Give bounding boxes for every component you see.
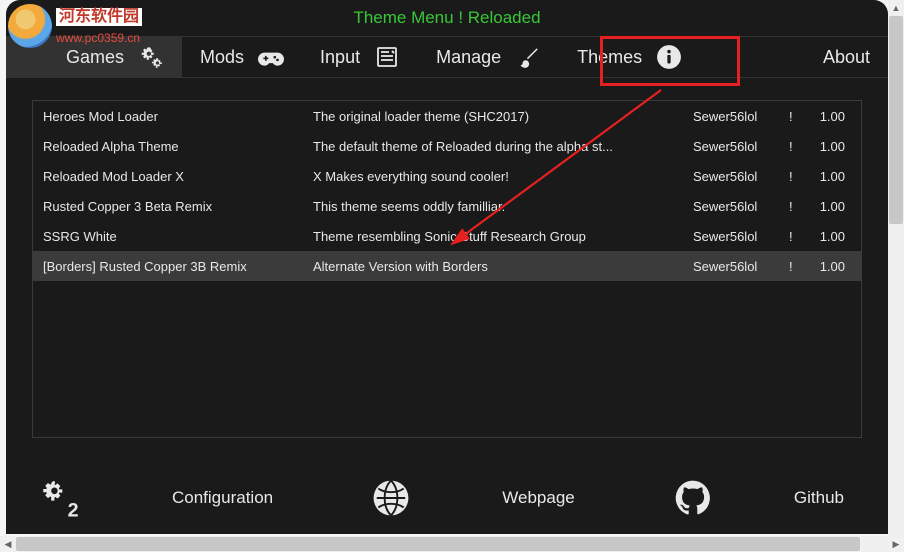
bottom-github[interactable]: Github bbox=[672, 477, 844, 519]
bottom-configuration-label: Configuration bbox=[172, 488, 273, 508]
theme-desc: The default theme of Reloaded during the… bbox=[313, 139, 693, 154]
table-row[interactable]: Heroes Mod LoaderThe original loader the… bbox=[33, 101, 861, 131]
theme-desc: The original loader theme (SHC2017) bbox=[313, 109, 693, 124]
scroll-right-icon[interactable]: ▶ bbox=[888, 536, 904, 552]
watermark-cn-text: 河东软件园 bbox=[56, 8, 142, 26]
gears2-icon: 2 bbox=[40, 477, 82, 519]
theme-author: Sewer56lol bbox=[693, 259, 789, 274]
scrollbar-vertical-thumb[interactable] bbox=[889, 16, 903, 224]
theme-version: 1.00 bbox=[807, 199, 845, 214]
nav-input[interactable]: Input bbox=[302, 37, 418, 77]
themes-table: Heroes Mod LoaderThe original loader the… bbox=[32, 100, 862, 438]
nav-manage[interactable]: Manage bbox=[418, 37, 559, 77]
theme-name: [Borders] Rusted Copper 3B Remix bbox=[41, 259, 313, 274]
scrollbar-horizontal[interactable]: ◀ ▶ bbox=[0, 536, 888, 552]
table-row[interactable]: Reloaded Alpha ThemeThe default theme of… bbox=[33, 131, 861, 161]
table-row[interactable]: Reloaded Mod Loader XX Makes everything … bbox=[33, 161, 861, 191]
theme-desc: X Makes everything sound cooler! bbox=[313, 169, 693, 184]
theme-version: 1.00 bbox=[807, 109, 845, 124]
bottom-bar: 2 Configuration Webpage Github bbox=[6, 472, 888, 524]
theme-desc: This theme seems oddly familliar. bbox=[313, 199, 693, 214]
scroll-up-icon[interactable]: ▲ bbox=[888, 0, 904, 16]
bottom-webpage[interactable]: Webpage bbox=[370, 477, 574, 519]
scroll-left-icon[interactable]: ◀ bbox=[0, 536, 16, 552]
nav-themes[interactable]: Themes bbox=[559, 37, 700, 77]
nav-games-label: Games bbox=[66, 47, 124, 68]
theme-name: SSRG White bbox=[41, 229, 313, 244]
theme-excl: ! bbox=[789, 259, 807, 274]
watermark-url-text: www.pc0359.cn bbox=[56, 32, 142, 44]
table-row[interactable]: SSRG WhiteTheme resembling Sonic Stuff R… bbox=[33, 221, 861, 251]
watermark-logo-icon bbox=[8, 4, 52, 48]
theme-excl: ! bbox=[789, 229, 807, 244]
app-window: Theme Menu ! Reloaded Games Mods Input M… bbox=[6, 0, 888, 534]
table-row[interactable]: [Borders] Rusted Copper 3B RemixAlternat… bbox=[33, 251, 861, 281]
nav-about-label: About bbox=[823, 47, 870, 68]
nav-mods[interactable]: Mods bbox=[182, 37, 302, 77]
theme-name: Rusted Copper 3 Beta Remix bbox=[41, 199, 313, 214]
table-row[interactable]: Rusted Copper 3 Beta RemixThis theme see… bbox=[33, 191, 861, 221]
theme-author: Sewer56lol bbox=[693, 139, 789, 154]
nav-mods-label: Mods bbox=[200, 47, 244, 68]
form-icon bbox=[374, 44, 400, 70]
theme-excl: ! bbox=[789, 169, 807, 184]
theme-author: Sewer56lol bbox=[693, 199, 789, 214]
globe-icon bbox=[370, 477, 412, 519]
nav-input-label: Input bbox=[320, 47, 360, 68]
theme-desc: Alternate Version with Borders bbox=[313, 259, 693, 274]
watermark: 河东软件园 www.pc0359.cn bbox=[8, 4, 142, 48]
theme-version: 1.00 bbox=[807, 169, 845, 184]
gamepad-icon bbox=[258, 44, 284, 70]
theme-version: 1.00 bbox=[807, 229, 845, 244]
bottom-webpage-label: Webpage bbox=[502, 488, 574, 508]
svg-text:2: 2 bbox=[68, 499, 79, 519]
nav-manage-label: Manage bbox=[436, 47, 501, 68]
brush-icon bbox=[515, 44, 541, 70]
theme-excl: ! bbox=[789, 139, 807, 154]
theme-desc: Theme resembling Sonic Stuff Research Gr… bbox=[313, 229, 693, 244]
info-icon bbox=[656, 44, 682, 70]
theme-name: Reloaded Alpha Theme bbox=[41, 139, 313, 154]
nav-themes-label: Themes bbox=[577, 47, 642, 68]
theme-author: Sewer56lol bbox=[693, 109, 789, 124]
theme-name: Reloaded Mod Loader X bbox=[41, 169, 313, 184]
window-title: Theme Menu ! Reloaded bbox=[353, 8, 540, 28]
theme-author: Sewer56lol bbox=[693, 229, 789, 244]
theme-version: 1.00 bbox=[807, 259, 845, 274]
theme-excl: ! bbox=[789, 109, 807, 124]
bottom-configuration[interactable]: 2 Configuration bbox=[40, 477, 273, 519]
scrollbar-vertical[interactable]: ▲ ▼ bbox=[888, 16, 904, 536]
nav-about[interactable]: About bbox=[805, 37, 888, 77]
theme-name: Heroes Mod Loader bbox=[41, 109, 313, 124]
theme-author: Sewer56lol bbox=[693, 169, 789, 184]
github-icon bbox=[672, 477, 714, 519]
theme-version: 1.00 bbox=[807, 139, 845, 154]
scrollbar-horizontal-thumb[interactable] bbox=[16, 537, 860, 551]
bottom-github-label: Github bbox=[794, 488, 844, 508]
theme-excl: ! bbox=[789, 199, 807, 214]
